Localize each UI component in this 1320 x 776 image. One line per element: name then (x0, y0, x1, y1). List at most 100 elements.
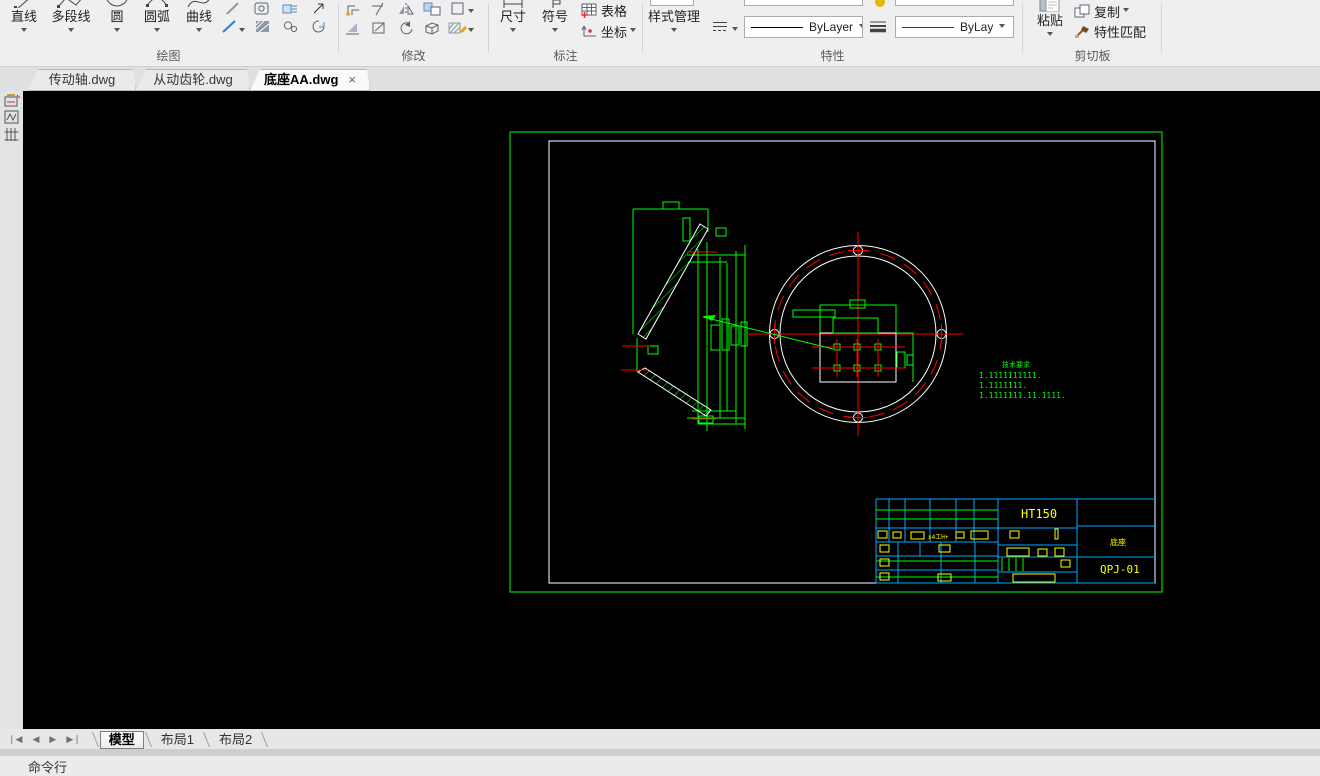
color-combo[interactable]: ByLay (895, 16, 1014, 38)
grid-tool-icon[interactable] (3, 127, 21, 142)
lineweight-icon[interactable] (868, 19, 888, 34)
dropdown-arrow-icon[interactable] (1047, 32, 1053, 39)
linetype-sample (751, 27, 803, 28)
dimension-button[interactable]: 尺寸 (495, 0, 531, 35)
layout1-tab[interactable]: 布局1 (153, 730, 202, 749)
dropdown-arrow-icon[interactable] (732, 27, 738, 34)
next-tab-icon[interactable]: ▶ (49, 734, 56, 745)
model-tab[interactable]: 模型 (100, 731, 144, 749)
ray-line-icon[interactable] (219, 19, 239, 34)
polyline-button[interactable]: 多段线 (44, 0, 98, 35)
drawing-canvas[interactable]: 技术要求 1.1111111111. 1.1111111. 1.1111111.… (23, 91, 1320, 729)
tech-req-line: 1.1111111111. (979, 371, 1042, 380)
last-tab-icon[interactable]: ▶❘ (66, 734, 80, 745)
ne-arrow-icon[interactable] (308, 1, 328, 16)
construction-line-icon[interactable] (222, 0, 242, 15)
mirror-icon[interactable] (396, 1, 416, 16)
layout-nav-buttons: ❘◀ ◀ ▶ ▶❘ (0, 734, 91, 745)
prev-tab-icon[interactable]: ◀ (32, 734, 39, 745)
style-manager-label: 样式管理 (646, 8, 702, 25)
gears-icon[interactable] (280, 19, 300, 34)
command-line[interactable]: 命令行 (0, 756, 1320, 776)
main-area: 技术要求 1.1111111111. 1.1111111. 1.1111111.… (0, 91, 1320, 729)
dropdown-arrow-icon[interactable] (114, 28, 120, 35)
hatch-icon[interactable] (252, 19, 272, 34)
tech-req-line: 1.1111111. (979, 381, 1027, 390)
drawing-code-text: QPJ-01 (1100, 563, 1140, 576)
line-button[interactable]: 直线 (6, 0, 42, 35)
file-tab-label: 传动轴.dwg (49, 72, 115, 87)
tech-requirements[interactable]: 技术要求 1.1111111111. 1.1111111. 1.1111111.… (979, 360, 1066, 400)
dropdown-arrow-icon[interactable] (859, 24, 863, 31)
linetype-list-icon[interactable] (710, 19, 730, 34)
dropdown-arrow-icon[interactable] (630, 28, 636, 35)
match-properties-button[interactable]: 特性匹配 (1074, 23, 1146, 39)
dropdown-arrow-icon[interactable] (468, 9, 474, 16)
symbol-button[interactable]: 符号 (537, 0, 573, 35)
tab-separator (92, 732, 99, 747)
file-tab-chuandongzhou[interactable]: 传动轴.dwg (28, 69, 136, 91)
ribbon: 直线 多段线 圆 圆弧 曲线 (0, 0, 1320, 67)
left-tool-strip (0, 91, 23, 729)
modify-group-label: 修改 (340, 47, 487, 64)
title-block[interactable]: HT150 x4工H+ 底座 QPJ-01 (876, 499, 1155, 583)
arc-icon (138, 0, 176, 8)
dropdown-arrow-icon[interactable] (552, 28, 558, 35)
dropdown-arrow-icon[interactable] (468, 28, 474, 35)
drawing-frame[interactable] (510, 132, 1162, 592)
revision-cloud-icon[interactable] (308, 19, 328, 34)
file-tab-dizuoaa-active[interactable]: 底座AA.dwg × (250, 69, 370, 91)
ribbon-group-annotate: 尺寸 符号 表格 坐标 标注 (490, 0, 641, 66)
dropdown-arrow-icon[interactable] (999, 24, 1005, 31)
spline-icon (180, 0, 218, 8)
box-3d-icon[interactable] (422, 20, 442, 35)
circle-button[interactable]: 圆 (102, 0, 132, 35)
table-button[interactable]: 表格 (580, 2, 627, 18)
copy-button[interactable]: 复制 (1074, 3, 1129, 19)
dropdown-arrow-icon[interactable] (671, 28, 677, 35)
rotate-icon[interactable] (396, 20, 416, 35)
close-tab-icon[interactable]: × (348, 72, 356, 87)
dropdown-arrow-icon[interactable] (239, 28, 245, 35)
dropdown-arrow-icon[interactable] (154, 28, 160, 35)
dropdown-arrow-icon[interactable] (196, 28, 202, 35)
offset-icon[interactable] (344, 1, 364, 16)
spline-button[interactable]: 曲线 (180, 0, 218, 35)
region-icon[interactable] (252, 1, 272, 16)
coordinate-icon (580, 24, 598, 38)
flange-view[interactable] (703, 232, 963, 436)
style-manager-button[interactable]: 样式管理 (646, 8, 702, 35)
dropdown-arrow-icon[interactable] (68, 28, 74, 35)
drawing-canvas-area[interactable]: 技术要求 1.1111111111. 1.1111111. 1.1111111.… (23, 91, 1320, 729)
tab-separator (145, 732, 152, 747)
dropdown-arrow-icon[interactable] (21, 28, 27, 35)
dropdown-arrow-icon[interactable] (1123, 8, 1129, 15)
dropdown-arrow-icon[interactable] (510, 28, 516, 35)
paste-button[interactable]: 粘贴 (1031, 0, 1069, 39)
line-icon (6, 0, 42, 8)
array-icon[interactable] (422, 1, 442, 16)
draw-group-label: 绘图 (0, 47, 337, 64)
file-tab-congdongchilun[interactable]: 从动齿轮.dwg (136, 69, 250, 91)
first-tab-icon[interactable]: ❘◀ (8, 734, 22, 745)
table-label: 表格 (601, 1, 627, 20)
scale-icon[interactable] (448, 1, 468, 16)
top-combo-fragment (895, 0, 1014, 6)
file-tab-label: 底座AA.dwg (264, 72, 338, 87)
ribbon-group-properties: 样式管理 ByLayer ByLay 特性 (644, 0, 1021, 66)
layer-tool-icon[interactable] (3, 93, 21, 108)
stamp-icon[interactable] (344, 20, 364, 35)
image-frame-tool-icon[interactable] (3, 110, 21, 125)
linetype-combo[interactable]: ByLayer (744, 16, 863, 38)
layout2-tab[interactable]: 布局2 (211, 730, 260, 749)
flange-tool-icon[interactable] (280, 1, 300, 16)
hatch-edit-icon[interactable] (448, 20, 468, 35)
circle-label: 圆 (102, 8, 132, 25)
arc-button[interactable]: 圆弧 (138, 0, 176, 35)
side-view[interactable] (621, 202, 747, 431)
flange-inner-part (793, 300, 913, 382)
arc-label: 圆弧 (138, 8, 176, 25)
extend-icon[interactable] (370, 20, 390, 35)
coordinate-button[interactable]: 坐标 (580, 23, 636, 39)
trim-icon[interactable] (370, 1, 390, 16)
